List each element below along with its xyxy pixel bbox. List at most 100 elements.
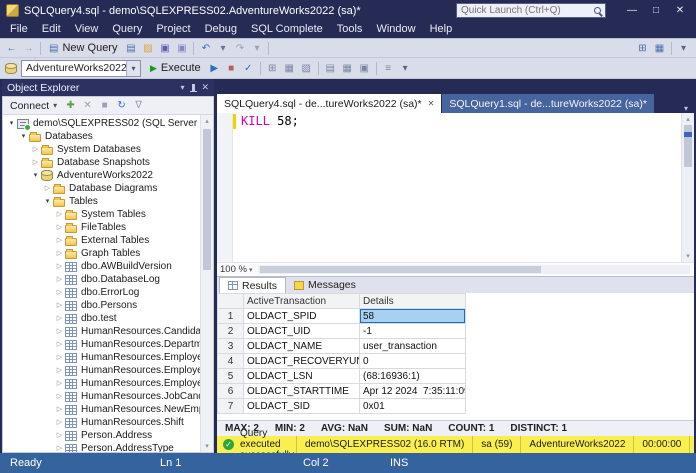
- connect-button[interactable]: Connect ▾: [7, 100, 60, 112]
- new-query-button[interactable]: ▤ New Query: [44, 39, 122, 57]
- scroll-down-icon[interactable]: ▾: [682, 250, 694, 262]
- collapse-icon[interactable]: ▾: [18, 130, 29, 143]
- expand-icon[interactable]: ▷: [54, 377, 65, 390]
- menu-item-tools[interactable]: Tools: [330, 21, 370, 38]
- filter-icon[interactable]: ∇: [130, 98, 147, 114]
- cancel-query-icon[interactable]: ■: [223, 60, 240, 76]
- expand-icon[interactable]: ▷: [42, 182, 53, 195]
- expand-icon[interactable]: ▷: [54, 260, 65, 273]
- grid-row-number[interactable]: 3: [217, 338, 244, 354]
- quick-launch-box[interactable]: [456, 3, 606, 18]
- grid-cell-value[interactable]: (68:16936:1): [359, 368, 466, 384]
- tree-node[interactable]: ▷ HumanResources.Shift: [3, 416, 200, 429]
- expand-icon[interactable]: ▷: [54, 390, 65, 403]
- close-panel-icon[interactable]: ✕: [201, 82, 209, 93]
- redo-dropdown-icon[interactable]: ▾: [248, 40, 265, 56]
- grid-cell-value[interactable]: 0: [359, 353, 466, 369]
- quick-launch-input[interactable]: [461, 5, 581, 16]
- toolbar-overflow-icon[interactable]: ▾: [397, 60, 414, 76]
- menu-item-window[interactable]: Window: [369, 21, 422, 38]
- menu-item-project[interactable]: Project: [149, 21, 197, 38]
- scroll-up-icon[interactable]: ▴: [682, 113, 694, 125]
- parse-icon[interactable]: ✓: [240, 60, 257, 76]
- grid-cell-name[interactable]: OLDACT_UID: [243, 323, 360, 339]
- maximize-button[interactable]: □: [644, 1, 668, 20]
- collapse-icon[interactable]: ▾: [42, 195, 53, 208]
- tree-node[interactable]: ▷ dbo.ErrorLog: [3, 286, 200, 299]
- pin-icon[interactable]: [190, 84, 198, 92]
- scrollbar-thumb[interactable]: [260, 266, 541, 273]
- tree-node[interactable]: ▷ Graph Tables: [3, 247, 200, 260]
- live-query-stats-icon[interactable]: ▦: [281, 60, 298, 76]
- save-all-icon[interactable]: ▣: [173, 40, 190, 56]
- minimize-button[interactable]: —: [620, 1, 644, 20]
- nav-forward-icon[interactable]: →: [20, 40, 37, 56]
- grid-cell-name[interactable]: OLDACT_LSN: [243, 368, 360, 384]
- document-tab-1[interactable]: SQLQuery4.sql - de...tureWorks2022 (sa)*…: [217, 94, 442, 113]
- tab-results[interactable]: Results: [219, 277, 287, 293]
- grid-cell-name[interactable]: OLDACT_STARTTIME: [243, 383, 360, 399]
- tree-node[interactable]: ▷ HumanResources.EmployeeP...: [3, 377, 200, 390]
- zoom-level-select[interactable]: 100 %: [220, 264, 247, 275]
- menu-item-debug[interactable]: Debug: [198, 21, 244, 38]
- sql-editor[interactable]: KILL 58; ▴ ▾: [217, 113, 694, 262]
- grid-cell-name[interactable]: OLDACT_RECOVERYUNITID: [243, 353, 360, 369]
- tree-node[interactable]: ▷ HumanResources.JobCandida...: [3, 390, 200, 403]
- scroll-up-icon[interactable]: ▴: [201, 115, 213, 127]
- tree-node[interactable]: ▷ HumanResources.Department: [3, 338, 200, 351]
- comment-icon[interactable]: ≡: [380, 60, 397, 76]
- tree-node[interactable]: ▷ System Tables: [3, 208, 200, 221]
- object-explorer-header[interactable]: Object Explorer ▾ ✕: [2, 79, 214, 96]
- scrollbar-track[interactable]: [201, 127, 213, 440]
- expand-icon[interactable]: ▷: [54, 247, 65, 260]
- tree-node[interactable]: ▾ AdventureWorks2022: [3, 169, 200, 182]
- tree-node[interactable]: ▷ dbo.test: [3, 312, 200, 325]
- expand-icon[interactable]: ▷: [54, 416, 65, 429]
- tab-messages[interactable]: Messages: [286, 277, 364, 293]
- tree-node[interactable]: ▷ Database Diagrams: [3, 182, 200, 195]
- tree-node[interactable]: ▷ System Databases: [3, 143, 200, 156]
- grid-cell-name[interactable]: OLDACT_SPID: [243, 308, 360, 324]
- tree-node[interactable]: ▷ dbo.AWBuildVersion: [3, 260, 200, 273]
- window-position-icon[interactable]: ▾: [180, 83, 184, 92]
- expand-icon[interactable]: ▷: [54, 208, 65, 221]
- debug-icon[interactable]: ▶: [206, 60, 223, 76]
- menu-item-edit[interactable]: Edit: [35, 21, 68, 38]
- tree-node[interactable]: ▷ HumanResources.NewEmploy...: [3, 403, 200, 416]
- tree-node[interactable]: ▷ Person.AddressType: [3, 442, 200, 452]
- tree-node[interactable]: ▾ demo\SQLEXPRESS02 (SQL Server 16.0.1115: [3, 117, 200, 131]
- grid-cell-name[interactable]: OLDACT_NAME: [243, 338, 360, 354]
- close-tab-icon[interactable]: ✕: [428, 99, 435, 108]
- expand-icon[interactable]: ▷: [54, 273, 65, 286]
- grid-cell-value[interactable]: user_transaction: [359, 338, 466, 354]
- client-stats-icon[interactable]: ▧: [298, 60, 315, 76]
- open-file-icon[interactable]: ▨: [139, 40, 156, 56]
- scroll-down-icon[interactable]: ▾: [201, 440, 213, 452]
- tree-node[interactable]: ▷ dbo.Persons: [3, 299, 200, 312]
- expand-icon[interactable]: ▷: [54, 221, 65, 234]
- expand-icon[interactable]: ▷: [54, 429, 65, 442]
- scrollbar-thumb[interactable]: [203, 129, 211, 270]
- menu-item-file[interactable]: File: [3, 21, 35, 38]
- tree-node[interactable]: ▷ FileTables: [3, 221, 200, 234]
- chevron-down-icon[interactable]: ▾: [249, 266, 253, 274]
- active-files-dropdown-icon[interactable]: ▾: [678, 104, 694, 113]
- disconnect-icon[interactable]: ✕: [79, 98, 96, 114]
- snippets-icon[interactable]: ▦: [651, 40, 668, 56]
- editor-horizontal-scrollbar[interactable]: [258, 265, 690, 274]
- expand-icon[interactable]: ▷: [54, 286, 65, 299]
- grid-cell-value[interactable]: 58: [359, 308, 466, 324]
- menu-item-sql-complete[interactable]: SQL Complete: [244, 21, 330, 38]
- collapse-icon[interactable]: ▾: [6, 117, 17, 130]
- expand-icon[interactable]: ▷: [54, 234, 65, 247]
- tree-node[interactable]: ▷ Database Snapshots: [3, 156, 200, 169]
- expand-icon[interactable]: ▷: [54, 364, 65, 377]
- menu-item-help[interactable]: Help: [423, 21, 460, 38]
- close-button[interactable]: ✕: [668, 1, 692, 20]
- expand-icon[interactable]: ▷: [30, 143, 41, 156]
- tree-node[interactable]: ▷ dbo.DatabaseLog: [3, 273, 200, 286]
- grid-cell-name[interactable]: OLDACT_SID: [243, 398, 360, 414]
- grid-cell-value[interactable]: Apr 12 2024 7:35:11:090PM: [359, 383, 466, 399]
- chevron-down-icon[interactable]: ▾: [126, 60, 140, 76]
- editor-scrollbar[interactable]: ▴ ▾: [681, 113, 694, 262]
